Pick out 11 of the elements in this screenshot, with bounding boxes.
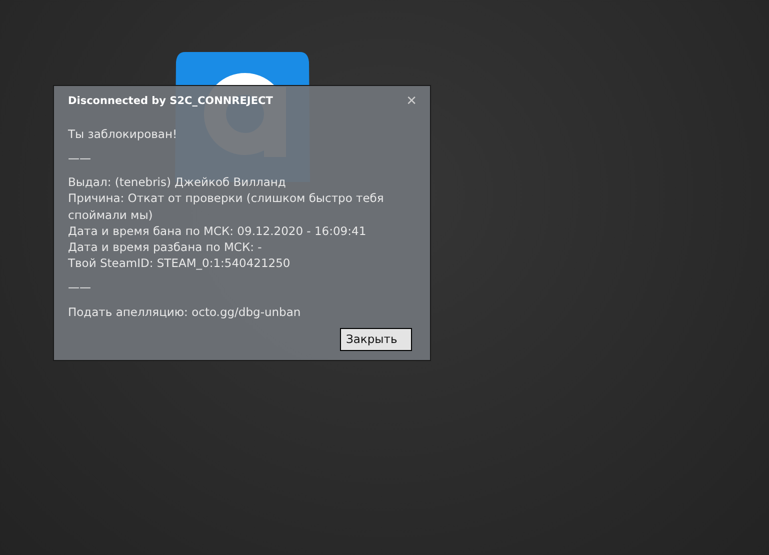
message-line: —— [68, 150, 92, 166]
message-line: Подать апелляцию: octo.gg/dbg-unban [68, 304, 302, 320]
message-line: Ты заблокирован! [68, 126, 178, 142]
message-line: —— [68, 279, 92, 296]
message-line: Дата и время бана по МСК: 09.12.2020 - 16:09:41 [68, 222, 368, 239]
dialog-title: Disconnected by S2C_CONNREJECT [68, 94, 273, 109]
message-line: Твой SteamID: STEAM_0:1:540421250 [68, 255, 292, 272]
close-dialog-button[interactable]: Закрыть [340, 328, 412, 351]
message-line: Причина: Откат от проверки (слишком быстро тебя споймали мы) [68, 190, 385, 223]
message-line: Дата и время разбана по МСК: - [68, 238, 263, 256]
message-line: Выдал: (tenebris) Джейкоб Вилланд [68, 174, 287, 190]
